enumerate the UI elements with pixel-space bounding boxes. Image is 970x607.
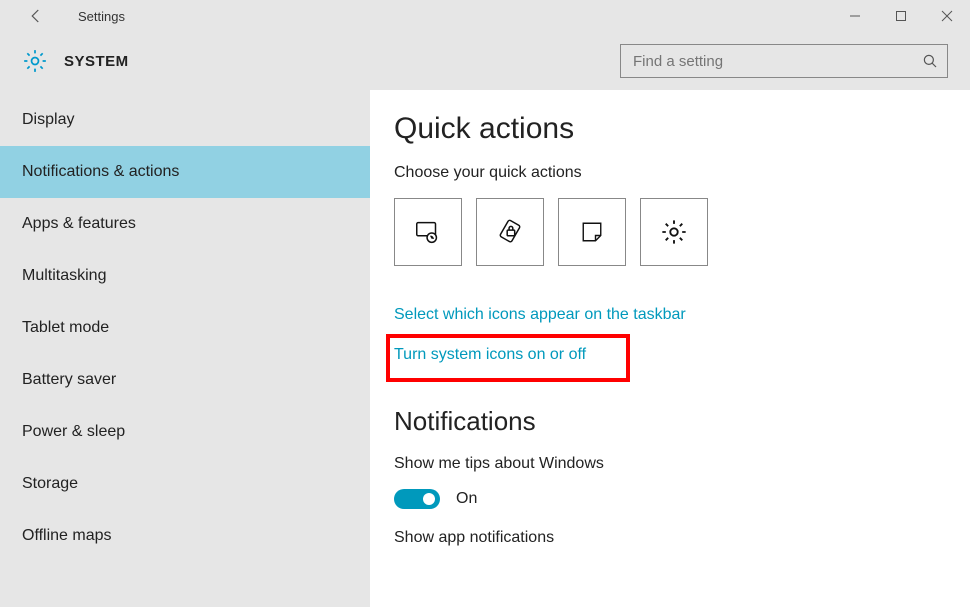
back-button[interactable]: [20, 0, 52, 32]
tips-toggle[interactable]: [394, 489, 440, 509]
sidebar-item-label: Notifications & actions: [22, 163, 179, 181]
quick-actions-tiles: [394, 198, 970, 266]
sidebar-item-label: Power & sleep: [22, 423, 125, 441]
window-title: Settings: [78, 9, 125, 24]
sidebar-item-apps-features[interactable]: Apps & features: [0, 198, 370, 250]
tips-label: Show me tips about Windows: [394, 455, 970, 473]
sidebar-item-battery-saver[interactable]: Battery saver: [0, 354, 370, 406]
main-content: Quick actions Choose your quick actions: [370, 90, 970, 607]
titlebar: Settings: [0, 0, 970, 32]
app-notifications-label: Show app notifications: [394, 529, 970, 547]
highlight-annotation: Turn system icons on or off: [388, 336, 628, 380]
sidebar-item-label: Display: [22, 111, 74, 129]
sidebar-item-label: Apps & features: [22, 215, 136, 233]
sidebar-item-display[interactable]: Display: [0, 94, 370, 146]
quick-action-tile-settings[interactable]: [640, 198, 708, 266]
back-arrow-icon: [27, 7, 45, 25]
body: Display Notifications & actions Apps & f…: [0, 90, 970, 607]
sidebar-item-label: Tablet mode: [22, 319, 109, 337]
quick-actions-subheading: Choose your quick actions: [394, 164, 970, 182]
header: SYSTEM: [0, 32, 970, 90]
close-icon: [941, 10, 953, 22]
search-input[interactable]: [633, 53, 921, 70]
tips-toggle-state: On: [456, 490, 477, 508]
tablet-mode-icon: [413, 217, 443, 247]
gear-icon: [22, 48, 48, 74]
search-icon: [921, 52, 939, 70]
link-taskbar-icons[interactable]: Select which icons appear on the taskbar: [394, 306, 970, 324]
toggle-knob: [423, 493, 435, 505]
window-controls: [832, 0, 970, 32]
quick-action-tile-rotation-lock[interactable]: [476, 198, 544, 266]
note-icon: [578, 218, 606, 246]
minimize-button[interactable]: [832, 0, 878, 32]
close-button[interactable]: [924, 0, 970, 32]
sidebar: Display Notifications & actions Apps & f…: [0, 90, 370, 607]
sidebar-item-offline-maps[interactable]: Offline maps: [0, 510, 370, 562]
sidebar-item-label: Multitasking: [22, 267, 106, 285]
sidebar-item-storage[interactable]: Storage: [0, 458, 370, 510]
sidebar-item-notifications-actions[interactable]: Notifications & actions: [0, 146, 370, 198]
rotation-lock-icon: [495, 217, 525, 247]
link-system-icons[interactable]: Turn system icons on or off: [394, 346, 586, 364]
sidebar-item-power-sleep[interactable]: Power & sleep: [0, 406, 370, 458]
search-box[interactable]: [620, 44, 948, 78]
maximize-button[interactable]: [878, 0, 924, 32]
settings-window: Settings SYSTEM: [0, 0, 970, 607]
maximize-icon: [895, 10, 907, 22]
quick-actions-heading: Quick actions: [394, 112, 970, 146]
sidebar-item-label: Battery saver: [22, 371, 116, 389]
settings-icon: [660, 218, 688, 246]
sidebar-item-tablet-mode[interactable]: Tablet mode: [0, 302, 370, 354]
sidebar-item-label: Storage: [22, 475, 78, 493]
quick-action-tile-note[interactable]: [558, 198, 626, 266]
notifications-heading: Notifications: [394, 406, 970, 437]
sidebar-item-label: Offline maps: [22, 527, 112, 545]
page-title: SYSTEM: [64, 53, 129, 70]
tips-toggle-row: On: [394, 489, 970, 509]
sidebar-item-multitasking[interactable]: Multitasking: [0, 250, 370, 302]
minimize-icon: [849, 10, 861, 22]
quick-action-tile-tablet-mode[interactable]: [394, 198, 462, 266]
